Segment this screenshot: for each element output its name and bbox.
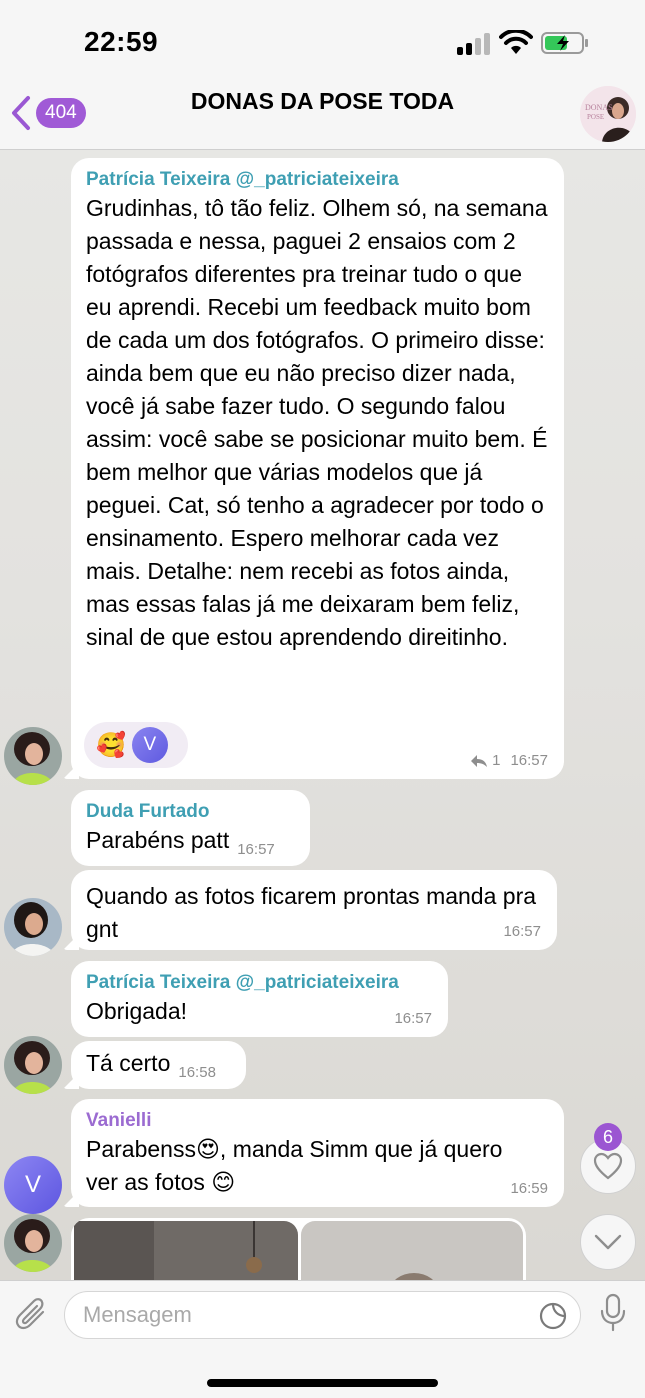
message-input-container[interactable] <box>64 1291 581 1339</box>
avatar[interactable] <box>4 898 62 956</box>
user-photo-image <box>4 1214 62 1272</box>
unread-reactions-badge: 6 <box>594 1123 622 1151</box>
message-bubble[interactable]: Tá certo 16:58 <box>71 1041 246 1089</box>
top-bar: 22:59 404 DONAS DA POSE TODA DONAS POSE <box>0 0 645 150</box>
svg-text:POSE: POSE <box>587 113 604 121</box>
message-bubble[interactable]: Vanielli Parabenss😍, manda Simm que já q… <box>71 1099 564 1207</box>
message-text: Grudinhas, tô tão feliz. Olhem só, na se… <box>86 195 548 650</box>
scroll-down-button[interactable] <box>580 1214 636 1270</box>
message-sender[interactable]: Patrícia Teixeira @_patriciateixeira <box>86 168 550 192</box>
message-sender[interactable]: Duda Furtado <box>86 800 296 824</box>
message-text: Quando as fotos ficarem prontas manda pr… <box>86 883 537 942</box>
avatar[interactable] <box>4 1036 62 1094</box>
message-sender[interactable]: Vanielli <box>86 1109 550 1133</box>
chat-title[interactable]: DONAS DA POSE TODA <box>0 88 645 115</box>
composer-bar <box>0 1280 645 1398</box>
message-time: 16:57 <box>237 841 275 858</box>
user-photo-image <box>4 898 62 956</box>
paperclip-icon[interactable] <box>15 1296 49 1332</box>
reaction-user-avatar: V <box>131 727 168 763</box>
message-time: 16:57 <box>503 923 541 940</box>
avatar[interactable] <box>4 727 62 785</box>
message-bubble[interactable]: Duda Furtado Parabéns patt 16:57 <box>71 790 310 866</box>
user-photo-image <box>4 1036 62 1094</box>
battery-charging-icon <box>541 32 588 54</box>
message-meta: 1 16:57 <box>469 752 548 769</box>
message-time: 16:59 <box>510 1180 548 1197</box>
reply-icon <box>471 754 488 767</box>
home-indicator <box>207 1379 438 1387</box>
reply-count[interactable]: 1 <box>492 752 500 769</box>
message-list[interactable]: Patrícia Teixeira @_patriciateixeira Gru… <box>0 150 645 1280</box>
photo-album-message[interactable] <box>71 1218 526 1280</box>
wifi-icon <box>499 30 533 54</box>
message-time: 16:57 <box>510 752 548 769</box>
group-avatar[interactable]: DONAS POSE <box>580 86 636 142</box>
message-text-line: Parabenss😍, manda Simm que já quero <box>86 1136 503 1162</box>
message-bubble[interactable]: Quando as fotos ficarem prontas manda pr… <box>71 870 557 950</box>
reaction-pill[interactable]: 🥰 V <box>84 722 188 768</box>
message-time: 16:57 <box>394 1010 432 1027</box>
message-input[interactable] <box>83 1292 523 1338</box>
group-logo-image: DONAS POSE <box>580 86 636 142</box>
message-text: Parabéns patt <box>86 827 230 853</box>
microphone-icon[interactable] <box>598 1293 628 1333</box>
reaction-emoji: 🥰 <box>96 731 126 759</box>
message-time: 16:58 <box>178 1064 216 1081</box>
message-text-row: Parabéns patt 16:57 <box>86 824 296 866</box>
user-avatar-initial[interactable]: V <box>4 1156 62 1214</box>
user-photo-image <box>4 727 62 785</box>
avatar[interactable] <box>4 1214 62 1272</box>
chevron-down-icon <box>594 1234 622 1250</box>
svg-text:DONAS: DONAS <box>585 103 613 112</box>
photo-thumbnails-image <box>74 1221 523 1280</box>
message-text: Obrigada! <box>86 998 188 1024</box>
message-bubble[interactable]: Patrícia Teixeira @_patriciateixeira Obr… <box>71 961 448 1037</box>
message-text-row: Tá certo 16:58 <box>86 1047 232 1089</box>
message-text-line: ver as fotos 😊 <box>86 1169 236 1195</box>
cellular-signal-icon <box>457 33 493 55</box>
sticker-icon[interactable] <box>538 1301 568 1331</box>
message-sender[interactable]: Patrícia Teixeira @_patriciateixeira <box>86 971 434 995</box>
message-text: Tá certo <box>86 1050 171 1076</box>
heart-icon <box>593 1152 623 1180</box>
message-bubble[interactable]: Patrícia Teixeira @_patriciateixeira Gru… <box>71 158 564 779</box>
status-time: 22:59 <box>84 26 159 57</box>
